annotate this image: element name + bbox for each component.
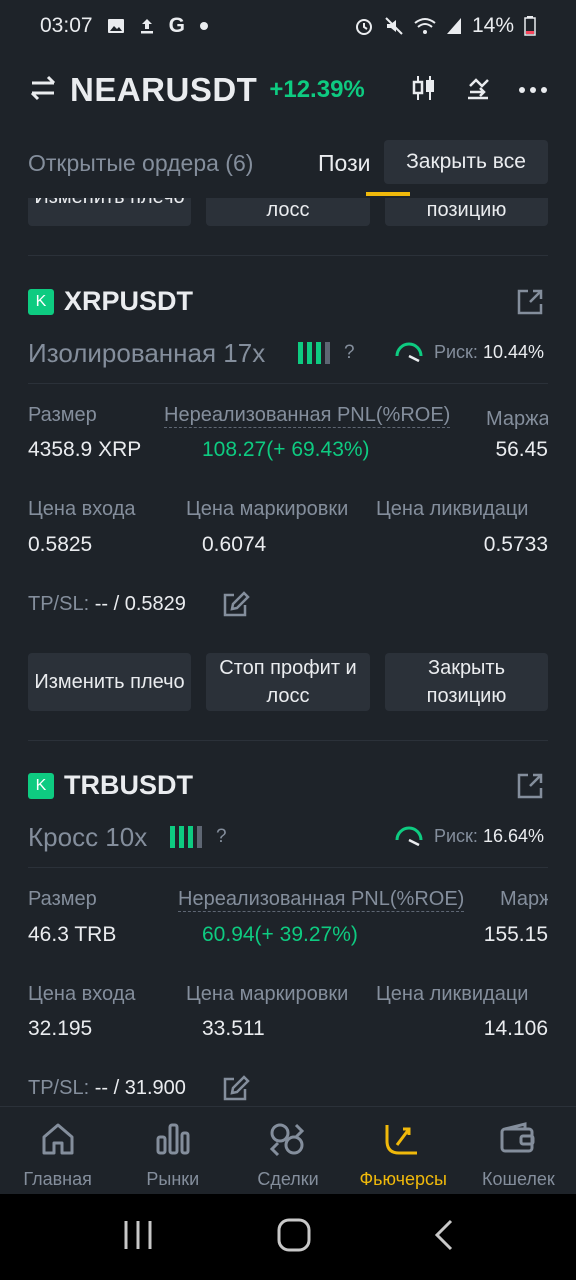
share-icon[interactable] bbox=[516, 772, 544, 805]
mark-price-label: Цена маркировки bbox=[186, 498, 349, 520]
entry-price-value: 0.5825 bbox=[28, 533, 93, 556]
nav-wallet[interactable]: Кошелек bbox=[461, 1107, 576, 1194]
size-label: Размер bbox=[28, 404, 97, 426]
entry-price-value: 32.195 bbox=[28, 1017, 93, 1040]
tab-active-indicator bbox=[366, 192, 410, 196]
margin-label: Марж bbox=[500, 888, 548, 910]
wifi-icon bbox=[414, 17, 436, 35]
nav-home[interactable]: Главная bbox=[0, 1107, 115, 1194]
margin-value: 56.45 bbox=[495, 438, 548, 461]
pair-change: +12.39% bbox=[269, 76, 365, 103]
nav-futures[interactable]: Фьючерсы bbox=[346, 1107, 461, 1194]
tpsl-row: TP/SL: -- / 31.900 bbox=[28, 1077, 186, 1099]
size-label: Размер bbox=[28, 888, 97, 910]
recent-apps-icon[interactable] bbox=[122, 1219, 154, 1256]
mute-icon bbox=[384, 16, 404, 36]
position-symbol[interactable]: XRPUSDT bbox=[64, 286, 193, 317]
alarm-icon bbox=[354, 16, 374, 36]
change-leverage-button-partial[interactable]: Изменить плечо bbox=[28, 198, 191, 226]
liq-price-value: 0.5733 bbox=[483, 533, 548, 556]
switch-pair-icon[interactable] bbox=[28, 74, 58, 107]
markets-bars-icon bbox=[155, 1119, 191, 1159]
nav-markets[interactable]: Рынки bbox=[115, 1107, 230, 1194]
tab-open-orders[interactable]: Открытые ордера (6) bbox=[28, 150, 253, 177]
entry-price-label: Цена входа bbox=[28, 498, 136, 520]
gallery-icon bbox=[107, 18, 125, 34]
system-nav-bar bbox=[0, 1194, 576, 1280]
divider bbox=[28, 383, 548, 384]
more-icon[interactable] bbox=[518, 81, 548, 99]
share-icon[interactable] bbox=[516, 288, 544, 321]
close-position-button[interactable]: Закрыть позицию bbox=[385, 653, 548, 711]
home-icon bbox=[40, 1119, 76, 1159]
entry-price-label: Цена входа bbox=[28, 983, 136, 1005]
pnl-label[interactable]: Нереализованная PNL(%ROE) bbox=[164, 404, 451, 428]
pair-title[interactable]: NEARUSDT bbox=[70, 71, 257, 109]
pnl-value: 60.94(+ 39.27%) bbox=[202, 923, 358, 946]
edit-icon[interactable] bbox=[222, 591, 250, 622]
positions-list[interactable]: Изменить плечо лосс позицию K XRPUSDT Из… bbox=[0, 198, 576, 1106]
google-icon: G bbox=[168, 14, 185, 37]
signal-icon bbox=[446, 17, 462, 35]
transfer-icon[interactable] bbox=[464, 74, 492, 107]
trades-exchange-icon bbox=[268, 1119, 308, 1159]
position-symbol[interactable]: TRBUSDT bbox=[64, 770, 193, 801]
risk-value: Риск: 10.44% bbox=[434, 342, 545, 362]
stop-profit-button-partial[interactable]: лосс bbox=[206, 198, 370, 226]
divider bbox=[28, 740, 548, 741]
stop-profit-loss-button[interactable]: Стоп профит и лосс bbox=[206, 653, 370, 711]
pnl-value: 108.27(+ 69.43%) bbox=[202, 438, 370, 461]
liq-price-label: Цена ликвидаци bbox=[376, 983, 529, 1005]
close-position-button-partial[interactable]: позицию bbox=[385, 198, 548, 226]
size-value: 46.3 TRB bbox=[28, 923, 117, 946]
edit-icon[interactable] bbox=[222, 1075, 250, 1106]
size-value: 4358.9 XRP bbox=[28, 438, 142, 461]
margin-value: 155.15 bbox=[483, 923, 548, 946]
status-time: 03:07 bbox=[40, 14, 93, 37]
nav-trades[interactable]: Сделки bbox=[230, 1107, 345, 1194]
coin-badge: K bbox=[28, 773, 54, 799]
risk-gauge-icon bbox=[394, 340, 424, 367]
margin-label: Маржа bbox=[486, 408, 548, 430]
leverage-bars-icon bbox=[298, 342, 330, 364]
margin-mode[interactable]: Изолированная 17x bbox=[28, 338, 265, 369]
back-icon[interactable] bbox=[434, 1219, 454, 1256]
candlestick-chart-icon[interactable] bbox=[410, 74, 438, 107]
mark-price-label: Цена маркировки bbox=[186, 983, 349, 1005]
help-icon[interactable]: ? bbox=[344, 342, 355, 364]
mark-price-value: 33.511 bbox=[202, 1017, 265, 1040]
home-button-icon[interactable] bbox=[277, 1218, 311, 1257]
liq-price-label: Цена ликвидаци bbox=[376, 498, 529, 520]
leverage-bars-icon bbox=[170, 826, 202, 848]
header: NEARUSDT +12.39% bbox=[0, 60, 576, 120]
coin-badge: K bbox=[28, 289, 54, 315]
margin-mode[interactable]: Кросс 10x bbox=[28, 822, 147, 853]
battery-icon bbox=[524, 16, 536, 36]
liq-price-value: 14.106 bbox=[483, 1017, 548, 1040]
pnl-label[interactable]: Нереализованная PNL(%ROE) bbox=[178, 888, 465, 912]
battery-percent: 14% bbox=[471, 14, 514, 37]
change-leverage-button[interactable]: Изменить плечо bbox=[28, 653, 191, 711]
divider bbox=[28, 867, 548, 868]
divider bbox=[28, 255, 548, 256]
futures-icon bbox=[383, 1119, 423, 1159]
notification-dot-icon bbox=[199, 21, 209, 31]
tab-positions[interactable]: Пози bbox=[318, 150, 370, 177]
status-bar: 03:07 G 14% bbox=[0, 0, 576, 52]
risk-gauge-icon bbox=[394, 824, 424, 851]
tpsl-row: TP/SL: -- / 0.5829 bbox=[28, 593, 186, 615]
risk-value: Риск: 16.64% bbox=[434, 826, 545, 846]
mark-price-value: 0.6074 bbox=[202, 533, 267, 556]
help-icon[interactable]: ? bbox=[216, 826, 227, 848]
bottom-nav: Главная Рынки Сделки Фьючерсы Кошелек bbox=[0, 1106, 576, 1194]
close-all-button[interactable]: Закрыть все bbox=[384, 140, 548, 184]
wallet-icon bbox=[499, 1119, 537, 1159]
upload-icon bbox=[139, 17, 155, 35]
